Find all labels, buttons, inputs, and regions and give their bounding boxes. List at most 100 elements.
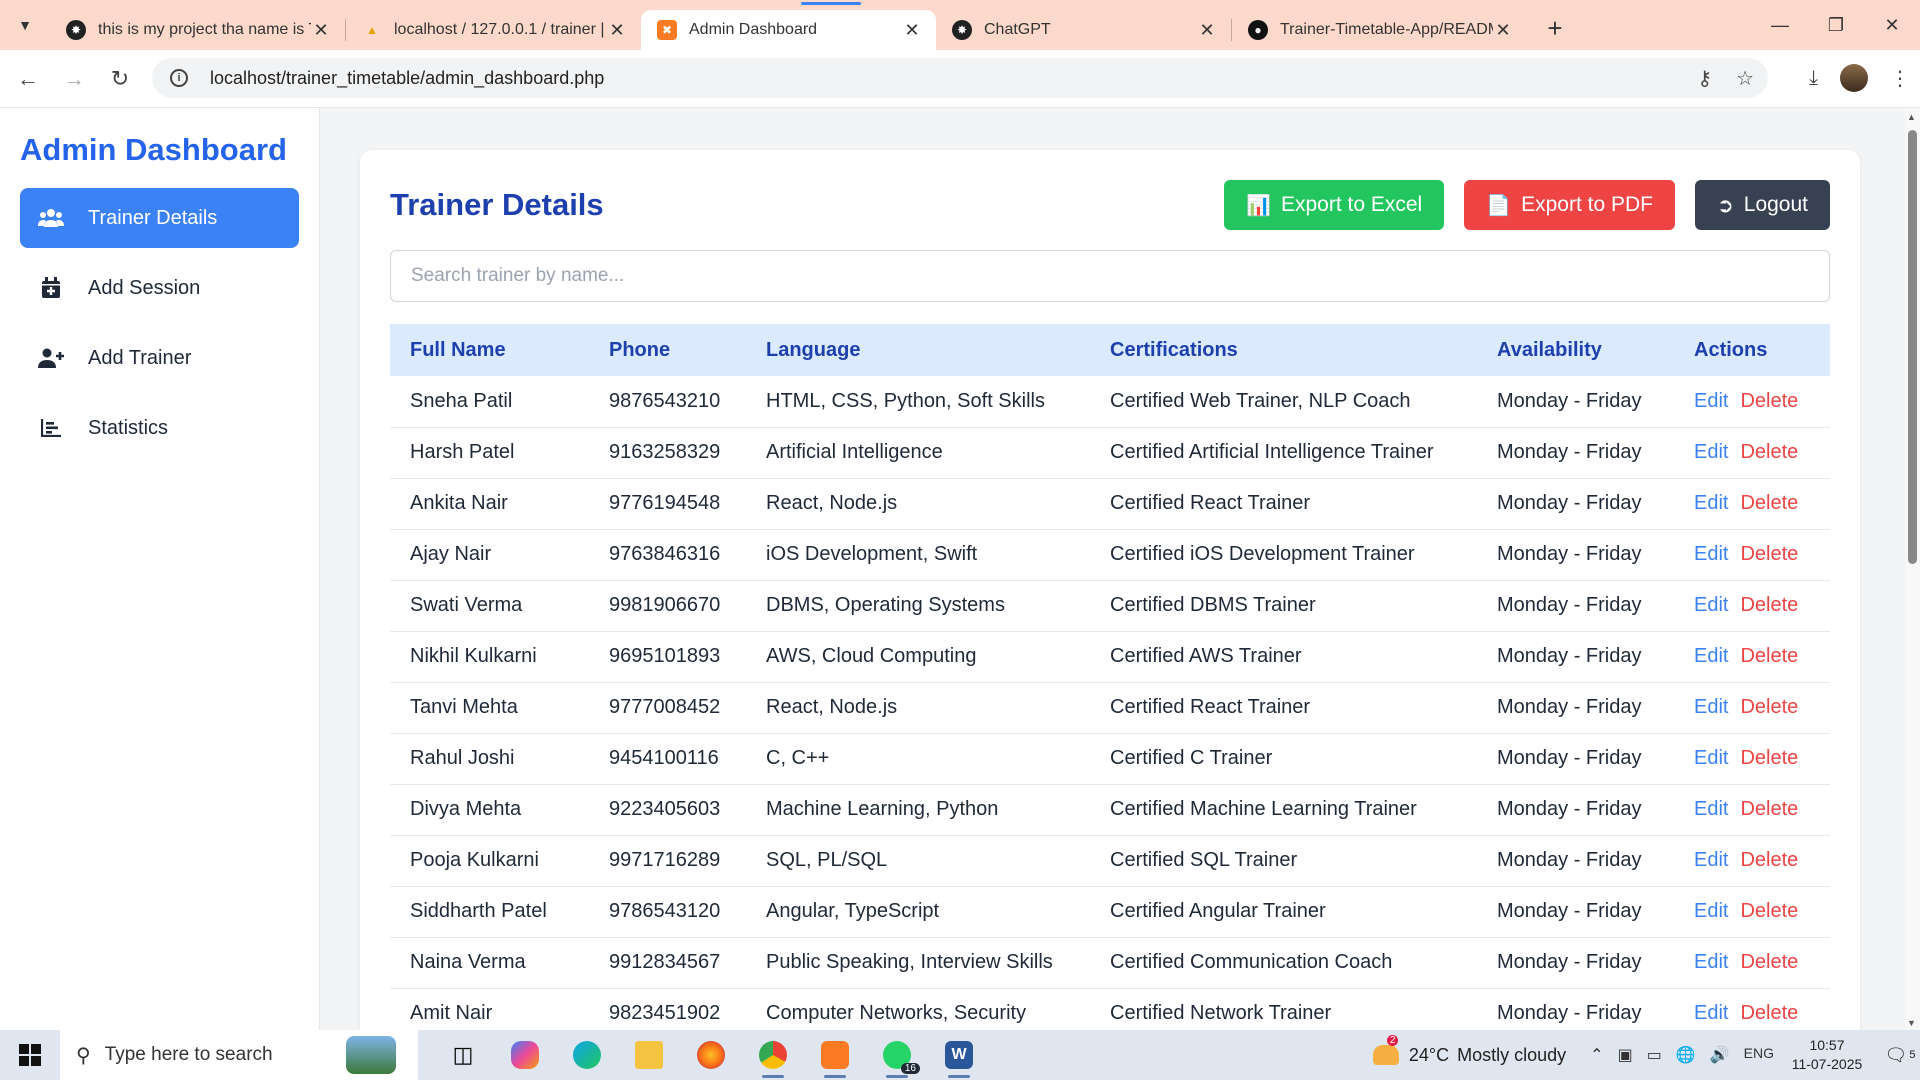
cell-language: SQL, PL/SQL [746,835,1090,887]
export-excel-button[interactable]: 📊 Export to Excel [1224,180,1445,230]
edit-link[interactable]: Edit [1694,441,1728,463]
edit-link[interactable]: Edit [1694,696,1728,718]
taskbar-search-box[interactable]: ⚲ Type here to search [60,1030,418,1080]
profile-avatar[interactable] [1840,64,1868,92]
delete-link[interactable]: Delete [1740,798,1798,820]
close-icon[interactable]: ✕ [1493,20,1513,41]
sidebar-item-trainer-details[interactable]: Trainer Details [20,188,299,248]
delete-link[interactable]: Delete [1740,492,1798,514]
search-icon: ⚲ [76,1044,91,1067]
browser-tab[interactable]: ▲ localhost / 127.0.0.1 / trainer | p ✕ [346,10,641,50]
close-icon[interactable]: ✕ [311,20,331,41]
delete-link[interactable]: Delete [1740,696,1798,718]
site-info-icon[interactable]: i [170,69,188,87]
close-icon[interactable]: ✕ [1197,20,1217,41]
search-input[interactable] [411,265,1829,287]
browser-tab-active[interactable]: ✖ Admin Dashboard ✕ [641,2,936,50]
volume-icon[interactable]: 🔊 [1710,1045,1730,1065]
windows-start-icon[interactable] [0,1030,60,1080]
url-bar[interactable]: i localhost/trainer_timetable/admin_dash… [152,58,1768,98]
browser-tab[interactable]: ✸ this is my project tha name is Tr ✕ [50,10,345,50]
cell-language: HTML, CSS, Python, Soft Skills [746,376,1090,428]
column-header: Actions [1694,338,1768,361]
delete-link[interactable]: Delete [1740,951,1798,973]
edit-link[interactable]: Edit [1694,1002,1728,1024]
battery-icon[interactable]: ▭ [1647,1045,1662,1065]
edit-link[interactable]: Edit [1694,951,1728,973]
sidebar-item-add-trainer[interactable]: Add Trainer [20,328,299,388]
xampp-icon[interactable] [804,1030,866,1080]
edit-link[interactable]: Edit [1694,390,1728,412]
export-pdf-button[interactable]: 📄 Export to PDF [1464,180,1675,230]
chevron-up-icon[interactable]: ⌃ [1590,1045,1603,1065]
cell-language: DBMS, Operating Systems [746,580,1090,632]
device-icon[interactable]: ▣ [1618,1045,1633,1065]
copilot-icon[interactable] [494,1030,556,1080]
scroll-down-icon[interactable]: ▼ [1907,1018,1916,1028]
tab-search-chevron-icon[interactable]: ▼ [0,0,50,50]
cell-actions: Edit Delete [1674,988,1830,1030]
cell-full-name: Swati Verma [390,580,589,632]
edit-link[interactable]: Edit [1694,900,1728,922]
edit-link[interactable]: Edit [1694,798,1728,820]
delete-link[interactable]: Delete [1740,390,1798,412]
edit-link[interactable]: Edit [1694,849,1728,871]
cell-language: Public Speaking, Interview Skills [746,937,1090,989]
scrollbar-thumb[interactable] [1908,130,1917,564]
whatsapp-icon[interactable]: 16 [866,1030,928,1080]
delete-link[interactable]: Delete [1740,900,1798,922]
clock[interactable]: 10:57 11-07-2025 [1790,1036,1864,1074]
download-icon[interactable]: ⤓ [1809,67,1818,90]
cell-certifications: Certified Artificial Intelligence Traine… [1090,427,1477,479]
close-window-icon[interactable]: ✕ [1864,0,1920,50]
address-bar-row: ← → ↻ i localhost/trainer_timetable/admi… [0,50,1920,108]
back-icon[interactable]: ← [10,61,46,97]
delete-link[interactable]: Delete [1740,543,1798,565]
file-explorer-icon[interactable] [618,1030,680,1080]
reload-icon[interactable]: ↻ [102,61,138,97]
edit-link[interactable]: Edit [1694,492,1728,514]
network-globe-icon[interactable]: 🌐 [1676,1045,1696,1065]
forward-icon[interactable]: → [56,61,92,97]
taskbar-search-placeholder: Type here to search [104,1044,273,1065]
task-view-icon[interactable]: ◫ [432,1030,494,1080]
firefox-icon[interactable] [680,1030,742,1080]
sidebar-item-statistics[interactable]: Statistics [20,398,299,458]
cell-certifications: Certified Machine Learning Trainer [1090,784,1477,836]
chrome-icon[interactable] [742,1030,804,1080]
browser-tab[interactable]: ● Trainer-Timetable-App/READM ✕ [1232,10,1527,50]
weather-widget[interactable]: 2 24°C Mostly cloudy [1372,1035,1566,1066]
edit-link[interactable]: Edit [1694,543,1728,565]
sidebar-item-add-session[interactable]: Add Session [20,258,299,318]
url-text[interactable]: localhost/trainer_timetable/admin_dashbo… [210,68,604,89]
language-indicator[interactable]: ENG [1744,1045,1774,1065]
new-tab-icon[interactable]: + [1535,13,1575,44]
logout-icon: ➲ [1717,194,1734,217]
menu-kebab-icon[interactable]: ⋮ [1890,66,1910,91]
restore-icon[interactable]: ❐ [1808,0,1864,50]
close-icon[interactable]: ✕ [902,20,922,41]
close-icon[interactable]: ✕ [607,20,627,41]
key-icon[interactable]: ⚷ [1697,66,1712,91]
edit-link[interactable]: Edit [1694,645,1728,667]
word-icon[interactable]: W [928,1030,990,1080]
table-row: Harsh Patel 9163258329 Artificial Intellig… [390,427,1830,479]
delete-link[interactable]: Delete [1740,1002,1798,1024]
delete-link[interactable]: Delete [1740,594,1798,616]
scroll-up-icon[interactable]: ▲ [1907,112,1916,122]
minimize-icon[interactable]: — [1752,0,1808,50]
edit-link[interactable]: Edit [1694,747,1728,769]
bookmark-star-icon[interactable]: ☆ [1736,66,1754,91]
edit-link[interactable]: Edit [1694,594,1728,616]
delete-link[interactable]: Delete [1740,441,1798,463]
delete-link[interactable]: Delete [1740,747,1798,769]
notification-icon[interactable]: 🗨 5 [1880,1045,1920,1066]
page-scrollbar[interactable]: ▲ ▼ [1905,108,1920,1030]
delete-link[interactable]: Delete [1740,849,1798,871]
logout-button[interactable]: ➲ Logout [1695,180,1830,230]
browser-tab[interactable]: ✸ ChatGPT ✕ [936,10,1231,50]
edge-icon[interactable] [556,1030,618,1080]
cell-availability: Monday - Friday [1477,529,1674,581]
cell-actions: Edit Delete [1674,631,1830,683]
delete-link[interactable]: Delete [1740,645,1798,667]
